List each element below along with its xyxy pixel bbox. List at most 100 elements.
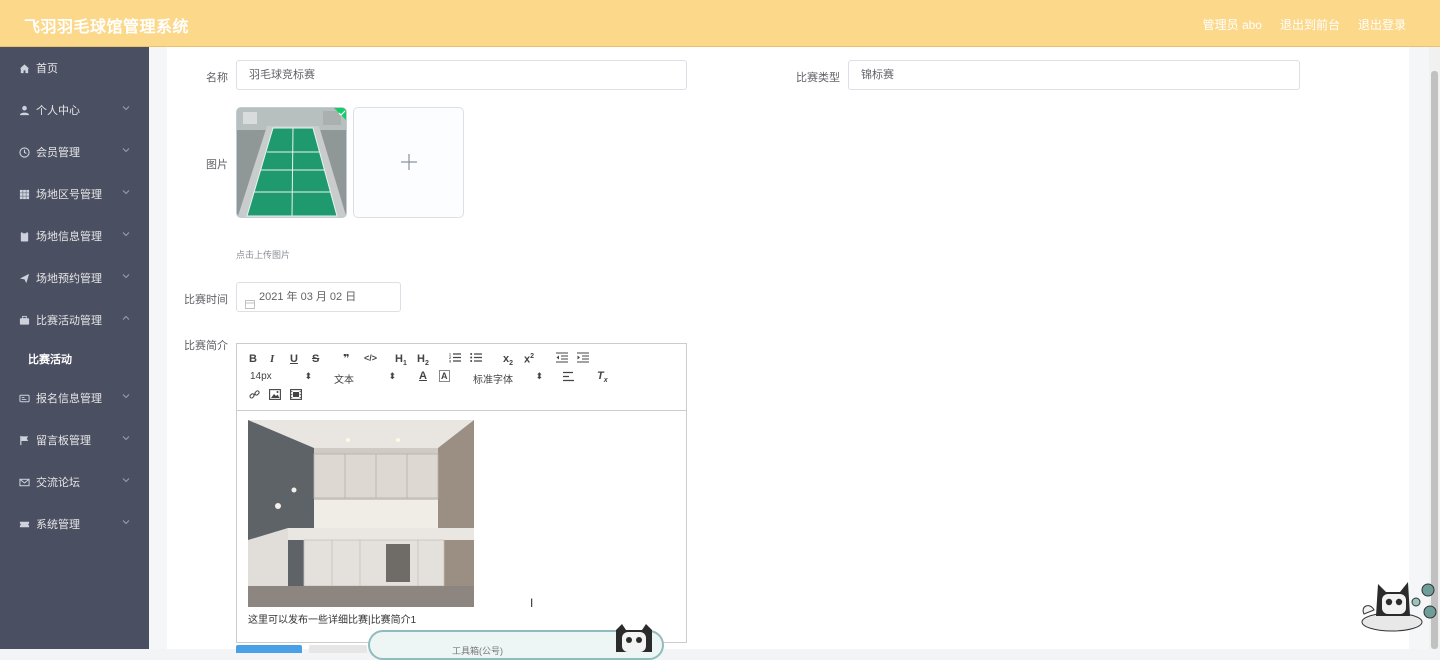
upload-hint: 点击上传图片 [236, 250, 291, 260]
video-insert-icon[interactable] [290, 389, 302, 403]
select-caret-icon: ⬍ [535, 371, 543, 381]
chevron-down-icon [121, 517, 133, 529]
sidebar-item-label: 交流论坛 [36, 477, 80, 489]
rich-text-editor[interactable]: B I U S ❞ </> H1 H2 123 x2 x2 14px ⬍ 文本 … [236, 343, 687, 643]
chevron-down-icon [121, 271, 133, 283]
content-gutter-left [149, 47, 167, 649]
select-caret-icon: ⬍ [388, 371, 396, 381]
home-icon [18, 62, 30, 74]
outdent-icon[interactable] [556, 352, 568, 366]
sidebar-item-label: 个人中心 [36, 105, 80, 117]
font-size-select[interactable]: 14px ⬍ [250, 371, 312, 382]
image-label: 图片 [206, 159, 228, 171]
block-type-value: 文本 [334, 375, 354, 386]
clear-format-icon[interactable]: Tx [597, 370, 608, 384]
blockquote-icon[interactable]: ❞ [343, 352, 349, 365]
underline-button[interactable]: U [290, 353, 298, 365]
flag-icon [18, 434, 30, 446]
sidebar-item-personal[interactable]: 个人中心 [0, 89, 149, 131]
sidebar-item-court-zones[interactable]: 场地区号管理 [0, 173, 149, 215]
chevron-up-icon [121, 313, 133, 325]
indent-icon[interactable] [577, 352, 589, 366]
send-icon [18, 272, 30, 284]
grid-icon [18, 188, 30, 200]
sidebar-item-registrations[interactable]: 报名信息管理 [0, 377, 149, 419]
sidebar: 首页 个人中心 会员管理 场地区号管理 场地信息管理 场地预约管理 比赛活动管理… [0, 47, 149, 649]
subscript-button[interactable]: x2 [503, 353, 513, 367]
page-scrollbar[interactable] [1429, 47, 1440, 649]
heading1-button[interactable]: H1 [395, 353, 407, 367]
sidebar-item-court-info[interactable]: 场地信息管理 [0, 215, 149, 257]
scrollbar-thumb[interactable] [1431, 71, 1438, 649]
sidebar-subitem-match-activity[interactable]: 比赛活动 [0, 341, 149, 377]
sidebar-item-system[interactable]: 系统管理 [0, 503, 149, 545]
ticket-alt-icon [18, 518, 30, 530]
sidebar-item-label: 报名信息管理 [36, 393, 102, 405]
heading2-button[interactable]: H2 [417, 353, 429, 367]
chevron-down-icon [121, 187, 133, 199]
current-user: 管理员 abo [1202, 18, 1262, 32]
add-image-button[interactable] [353, 107, 464, 218]
sidebar-item-home[interactable]: 首页 [0, 47, 149, 89]
strikethrough-button[interactable]: S [312, 353, 319, 365]
sidebar-item-match-activities[interactable]: 比赛活动管理 [0, 299, 149, 341]
name-field[interactable]: 羽毛球竞标赛 [236, 60, 687, 90]
cancel-button[interactable] [309, 645, 367, 653]
chevron-down-icon [121, 391, 133, 403]
sidebar-item-label: 留言板管理 [36, 435, 91, 447]
bullet-list-icon[interactable] [470, 352, 482, 366]
bold-button[interactable]: B [249, 353, 257, 365]
name-label: 名称 [206, 72, 228, 84]
chevron-down-icon [121, 145, 133, 157]
sidebar-item-court-booking[interactable]: 场地预约管理 [0, 257, 149, 299]
uploaded-court-image[interactable] [236, 107, 347, 218]
chevron-down-icon [121, 433, 133, 445]
select-caret-icon: ⬍ [304, 371, 312, 381]
sidebar-item-label: 比赛活动管理 [36, 315, 102, 327]
sidebar-item-label: 场地预约管理 [36, 273, 102, 285]
superscript-button[interactable]: x2 [524, 353, 534, 366]
type-label: 比赛类型 [796, 72, 840, 84]
sidebar-item-message-board[interactable]: 留言板管理 [0, 419, 149, 461]
sidebar-item-label: 场地信息管理 [36, 231, 102, 243]
font-family-select[interactable]: 标准字体 ⬍ [473, 371, 543, 386]
background-color-button[interactable]: A [439, 370, 450, 382]
back-to-front-link[interactable]: 退出到前台 [1280, 16, 1340, 33]
app-title: 飞羽羽毛球馆管理系统 [24, 19, 190, 36]
sidebar-item-label: 系统管理 [36, 519, 80, 531]
code-block-icon[interactable]: </> [364, 353, 377, 363]
match-date-value: 2021 年 03 月 02 日 [259, 291, 357, 303]
logout-link[interactable]: 退出登录 [1358, 16, 1406, 33]
sidebar-item-forum[interactable]: 交流论坛 [0, 461, 149, 503]
clipboard-icon [18, 230, 30, 242]
block-type-select[interactable]: 文本 ⬍ [334, 371, 396, 386]
match-date-picker[interactable]: 2021 年 03 月 02 日 [236, 282, 401, 312]
intro-label: 比赛简介 [184, 340, 228, 352]
sidebar-item-label: 场地区号管理 [36, 189, 102, 201]
sidebar-item-label: 首页 [36, 63, 58, 75]
ticket-icon [18, 392, 30, 404]
match-time-label: 比赛时间 [184, 294, 228, 306]
toolbox-popup-text: 工具箱(公号) [452, 646, 503, 656]
calendar-icon [245, 292, 255, 320]
top-header: 飞羽羽毛球馆管理系统 管理员 abo 退出到前台 退出登录 [0, 0, 1440, 47]
mail-icon [18, 476, 30, 488]
align-icon[interactable] [563, 371, 575, 385]
font-color-button[interactable]: A [419, 370, 427, 382]
ordered-list-icon[interactable]: 123 [449, 352, 461, 366]
plus-icon [399, 147, 419, 179]
font-size-value: 14px [250, 371, 272, 382]
font-family-value: 标准字体 [473, 375, 513, 386]
italic-button[interactable]: I [270, 353, 274, 365]
editor-content[interactable]: 这里可以发布一些详细比赛|比赛简介1 [237, 411, 686, 642]
sidebar-item-members[interactable]: 会员管理 [0, 131, 149, 173]
image-insert-icon[interactable] [269, 389, 281, 403]
match-type-field[interactable]: 锦标赛 [848, 60, 1300, 90]
editor-toolbar: B I U S ❞ </> H1 H2 123 x2 x2 14px ⬍ 文本 … [237, 344, 686, 411]
submit-button[interactable] [236, 645, 302, 653]
link-icon[interactable] [249, 389, 260, 403]
chevron-down-icon [121, 103, 133, 115]
cat-mascot-corner-icon[interactable] [1356, 576, 1440, 635]
chevron-down-icon [121, 229, 133, 241]
svg-text:3: 3 [449, 360, 451, 364]
